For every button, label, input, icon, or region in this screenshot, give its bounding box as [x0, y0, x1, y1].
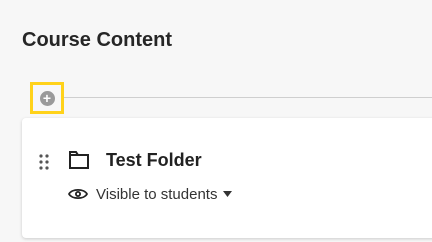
drag-handle-icon[interactable] [39, 154, 49, 170]
plus-circle-icon: + [39, 90, 55, 106]
visibility-label: Visible to students [96, 185, 218, 203]
page-title: Course Content [22, 29, 172, 51]
eye-icon [68, 188, 88, 200]
content-item-title[interactable]: Test Folder [106, 150, 202, 171]
visibility-dropdown[interactable]: Visible to students [68, 183, 233, 205]
add-content-divider [62, 97, 432, 98]
content-item-card: Test Folder Visible to students [22, 118, 432, 238]
folder-icon [69, 151, 89, 169]
add-content-button[interactable]: + [30, 82, 64, 114]
caret-down-icon [223, 191, 233, 197]
